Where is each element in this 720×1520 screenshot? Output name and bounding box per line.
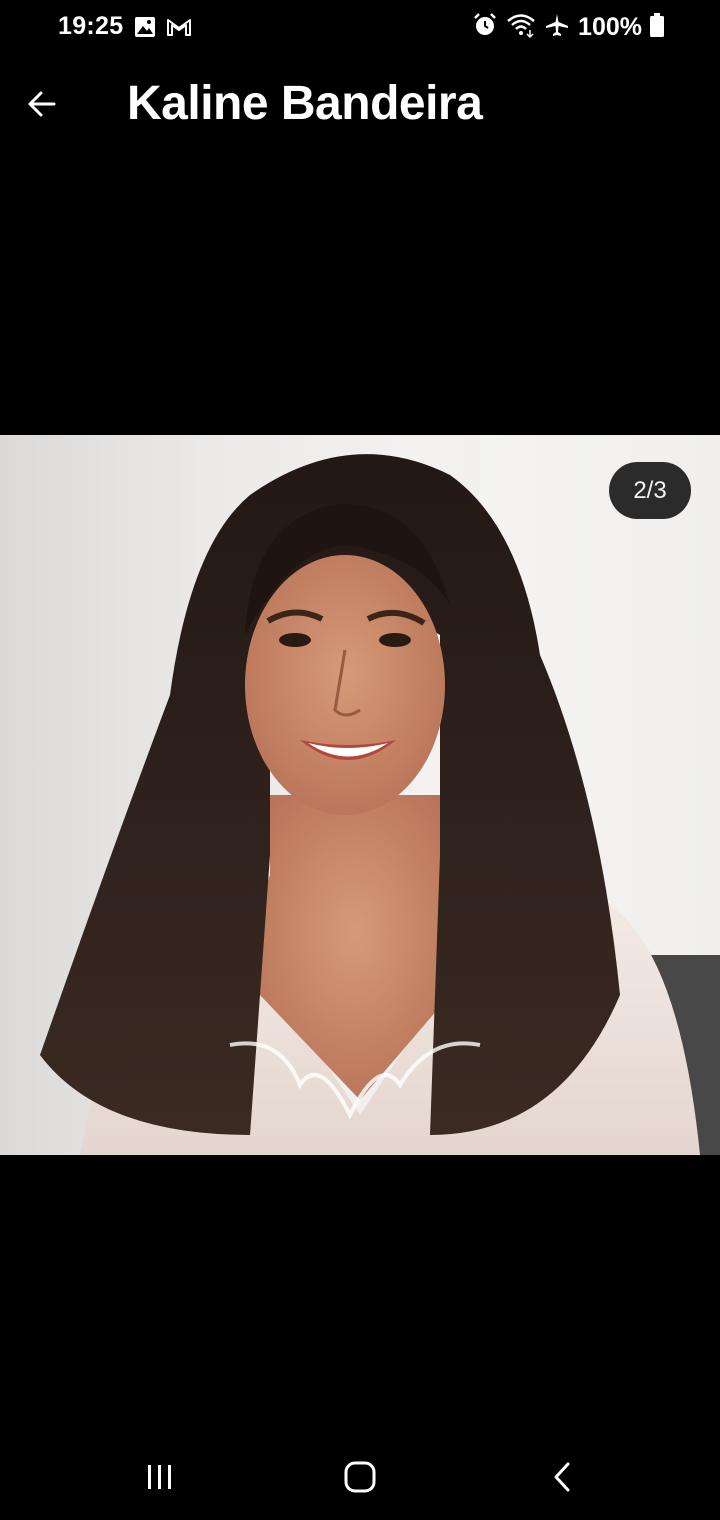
back-icon bbox=[550, 1461, 574, 1498]
home-icon bbox=[343, 1460, 377, 1499]
status-time: 19:25 bbox=[58, 12, 124, 40]
battery-icon bbox=[650, 13, 664, 42]
wifi-icon bbox=[506, 12, 536, 43]
status-bar: 19:25 100% bbox=[0, 0, 720, 56]
notification-icons bbox=[134, 16, 192, 43]
recent-apps-button[interactable] bbox=[130, 1454, 190, 1504]
system-navigation-bar bbox=[0, 1436, 720, 1520]
portfolio-photo[interactable] bbox=[0, 435, 720, 1155]
gmail-icon bbox=[166, 16, 192, 43]
system-status-icons: 100% bbox=[472, 12, 664, 43]
home-button[interactable] bbox=[330, 1454, 390, 1504]
recent-apps-icon bbox=[144, 1462, 176, 1497]
portrait-image bbox=[40, 435, 720, 1155]
nav-back-button[interactable] bbox=[532, 1454, 592, 1504]
page-title: Kaline Bandeira bbox=[127, 77, 483, 130]
app-bar: Kaline Bandeira bbox=[0, 56, 720, 156]
arrow-left-icon bbox=[26, 88, 58, 125]
image-counter-badge: 2/3 bbox=[609, 462, 691, 519]
battery-percentage: 100% bbox=[578, 13, 642, 41]
back-button[interactable] bbox=[18, 82, 66, 130]
image-icon bbox=[134, 16, 156, 43]
airplane-icon bbox=[544, 12, 570, 43]
alarm-icon bbox=[472, 12, 498, 43]
